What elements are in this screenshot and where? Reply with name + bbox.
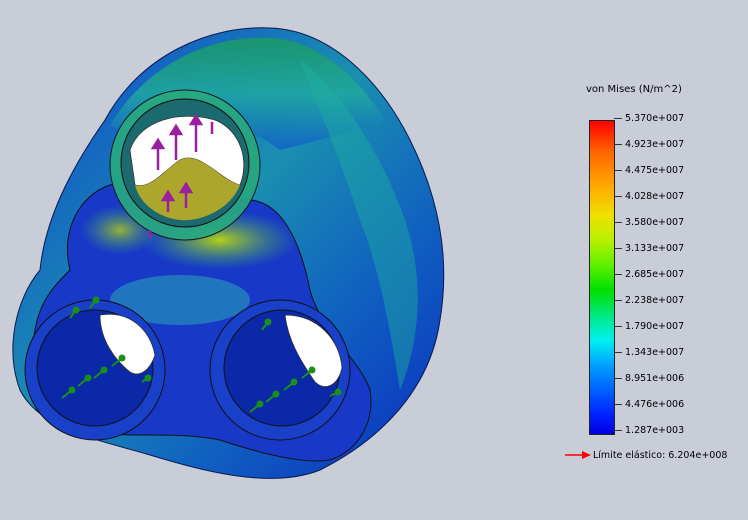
tick-label: 3.133e+007 <box>614 242 684 256</box>
tick-label: 2.238e+007 <box>614 294 684 308</box>
tick-label: 5.370e+007 <box>614 112 684 126</box>
tick-label: 3.580e+007 <box>614 216 684 230</box>
tick-label: 4.028e+007 <box>614 190 684 204</box>
stress-plot-model[interactable] <box>0 0 560 516</box>
tick-label: 4.475e+007 <box>614 164 684 178</box>
tick-label: 1.343e+007 <box>614 346 684 360</box>
red-arrow-icon <box>565 451 591 459</box>
tick-label: 4.923e+007 <box>614 138 684 152</box>
color-scale-bar <box>589 120 615 435</box>
color-scale-ticks: 5.370e+007 4.923e+007 4.475e+007 4.028e+… <box>614 112 734 442</box>
tick-label: 4.476e+006 <box>614 398 684 412</box>
tick-label: 2.685e+007 <box>614 268 684 282</box>
tick-label: 1.287e+003 <box>614 424 684 438</box>
yield-strength-label: Límite elástico: 6.204e+008 <box>593 449 728 461</box>
legend-title: von Mises (N/m^2) <box>586 84 682 95</box>
yield-strength-indicator: Límite elástico: 6.204e+008 <box>565 448 745 462</box>
fea-model-viewport[interactable] <box>0 0 560 516</box>
tick-label: 8.951e+006 <box>614 372 684 386</box>
tick-label: 1.790e+007 <box>614 320 684 334</box>
